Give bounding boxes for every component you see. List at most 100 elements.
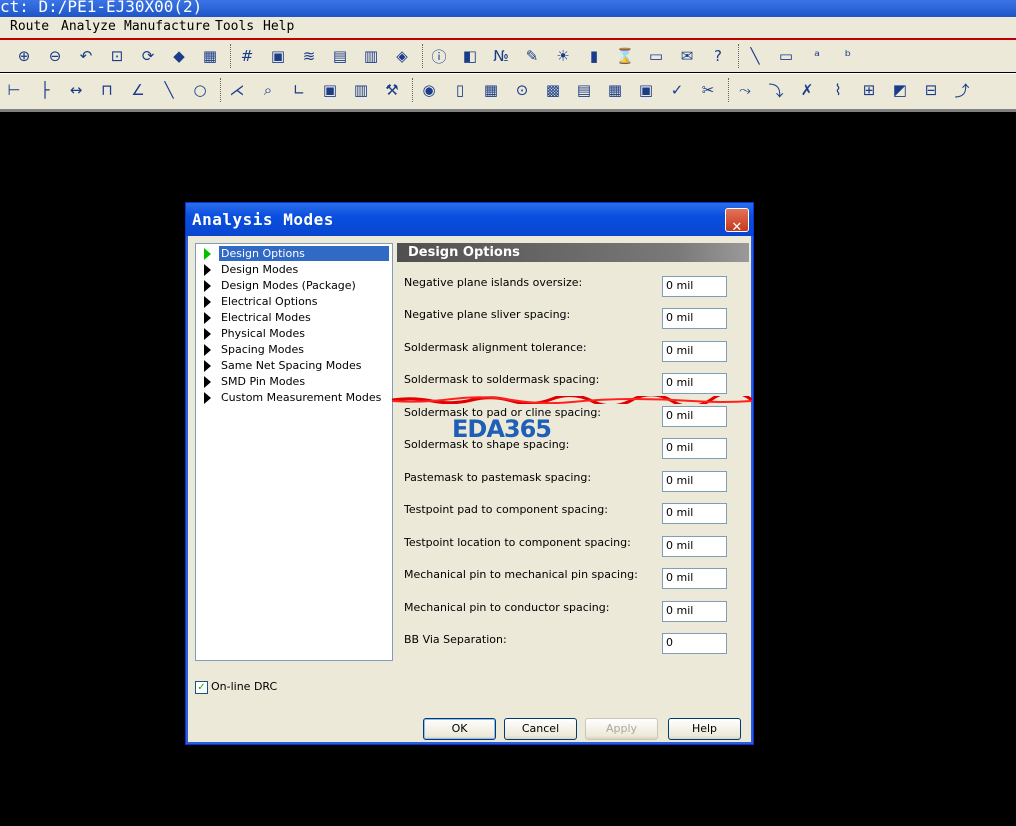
soldermask-to-pad-or-cline-spacing-field[interactable]: 0 mil [662, 406, 727, 427]
testpoint-location-to-component-spacing-field[interactable]: 0 mil [662, 536, 727, 557]
fanout-icon[interactable]: ⊞ [857, 78, 881, 102]
cut-icon[interactable]: ✂ [696, 78, 720, 102]
toolbar-top: ⊕ ⊖ ↶ ⊡ ⟳ ◆ ▦ # ▣ ≋ ▤ ▥ ◈ ⓘ ◧ № ✎ ☀ ▮ ⌛ ▭ ✉? ╲ ▭ ᵃ ᵇ [0, 40, 1016, 72]
grid-dots-icon[interactable]: ▦ [479, 78, 503, 102]
search-icon[interactable]: ⌕ [256, 78, 280, 102]
odb-icon[interactable]: ▣ [318, 78, 342, 102]
constraint-manager-icon[interactable]: ▤ [328, 44, 352, 68]
expand-arrow-icon [204, 360, 211, 372]
window-title-bar: ct: D:/PE1-EJ30X00(2) [0, 0, 1016, 17]
help-button[interactable]: Help [668, 718, 741, 740]
hourglass-icon[interactable]: ⌛ [613, 44, 637, 68]
refresh-icon[interactable]: ⟳ [136, 44, 160, 68]
circle-icon[interactable]: ○ [188, 78, 212, 102]
testpoint-icon[interactable]: ⊙ [510, 78, 534, 102]
menu-tools[interactable]: Tools [215, 19, 254, 34]
soldermask-alignment-tolerance-field[interactable]: 0 mil [662, 341, 727, 362]
toolbar-separator [738, 44, 742, 68]
dimension-icon[interactable]: ⊢ [2, 78, 26, 102]
zoom-previous-icon[interactable]: ↶ [74, 44, 98, 68]
row-label: Mechanical pin to conductor spacing: [404, 601, 610, 614]
measure-icon[interactable]: ├ [33, 78, 57, 102]
width-icon[interactable]: ↔ [64, 78, 88, 102]
toolbar-divider [0, 109, 1016, 112]
testpoint-pad-to-component-spacing-field[interactable]: 0 mil [662, 503, 727, 524]
zoom-in-icon[interactable]: ⊕ [12, 44, 36, 68]
board-icon[interactable]: ◈ [390, 44, 414, 68]
cancel-button[interactable]: Cancel [504, 718, 577, 740]
line-draw-icon[interactable]: ╲ [157, 78, 181, 102]
help-icon[interactable]: ? [706, 44, 730, 68]
checkbox-check-icon: ✓ [195, 681, 208, 694]
matrix-icon[interactable]: ▩ [541, 78, 565, 102]
shape-icon[interactable]: ◩ [888, 78, 912, 102]
library-icon[interactable]: ▥ [349, 78, 373, 102]
counter-icon[interactable]: № [489, 44, 513, 68]
expand-arrow-icon [204, 344, 211, 356]
properties-icon[interactable]: ◧ [458, 44, 482, 68]
soldermask-to-soldermask-spacing-field[interactable]: 0 mil [662, 373, 727, 394]
expand-arrow-icon [204, 376, 211, 388]
window-icon[interactable]: ▭ [644, 44, 668, 68]
row-label: Testpoint pad to component spacing: [404, 503, 608, 516]
arc-icon[interactable]: ⋌ [225, 78, 249, 102]
color-icon[interactable]: ▣ [266, 44, 290, 68]
tangent-icon[interactable]: ∟ [287, 78, 311, 102]
expand-arrow-icon [204, 312, 211, 324]
mechanical-pin-to-mechanical-pin-spacing-field[interactable]: 0 mil [662, 568, 727, 589]
negative-plane-sliver-spacing-field[interactable]: 0 mil [662, 308, 727, 329]
angle-icon[interactable]: ∠ [126, 78, 150, 102]
pastemask-to-pastemask-spacing-field[interactable]: 0 mil [662, 471, 727, 492]
glossary-icon[interactable]: ⊟ [919, 78, 943, 102]
wrench-icon[interactable]: ⚒ [380, 78, 404, 102]
grid-icon[interactable]: # [235, 44, 259, 68]
toolbar-separator [728, 78, 732, 102]
sun-icon[interactable]: ☀ [551, 44, 575, 68]
report-icon[interactable]: ▦ [603, 78, 627, 102]
toolbar-separator [220, 78, 224, 102]
flip-icon[interactable]: ▦ [198, 44, 222, 68]
apply-button[interactable]: Apply [585, 718, 658, 740]
route-icon[interactable]: ⤳ [733, 78, 757, 102]
dialog-title-bar: Analysis Modes ✕ [186, 203, 753, 236]
ok-button[interactable]: OK [423, 718, 496, 740]
menu-analyze[interactable]: Analyze [61, 19, 116, 34]
bb-via-separation-field[interactable]: 0 [662, 633, 727, 654]
toolbar-separator [230, 44, 234, 68]
layer-stack-icon[interactable]: ≋ [297, 44, 321, 68]
book-icon[interactable]: ▯ [448, 78, 472, 102]
tune-icon[interactable]: ⌇ [826, 78, 850, 102]
toolbar-separator [422, 44, 426, 68]
dfa-icon[interactable]: ▥ [359, 44, 383, 68]
camera-icon[interactable]: ◉ [417, 78, 441, 102]
info-icon[interactable]: ⓘ [427, 44, 451, 68]
zoom-out-icon[interactable]: ⊖ [43, 44, 67, 68]
toolbar-separator [412, 78, 416, 102]
text-add-icon[interactable]: ᵃ [805, 44, 829, 68]
notes-icon[interactable]: ▤ [572, 78, 596, 102]
check-icon[interactable]: ✓ [665, 78, 689, 102]
soldermask-to-shape-spacing-field[interactable]: 0 mil [662, 438, 727, 459]
package-icon[interactable]: ▣ [634, 78, 658, 102]
mechanical-pin-to-conductor-spacing-field[interactable]: 0 mil [662, 601, 727, 622]
bars-icon[interactable]: ▮ [582, 44, 606, 68]
route2-icon[interactable]: ⤵ [764, 78, 788, 102]
close-icon: ✕ [732, 216, 743, 235]
menu-route[interactable]: Route [10, 19, 49, 34]
menu-manufacture[interactable]: Manufacture [124, 19, 210, 34]
ruler-icon[interactable]: ⊓ [95, 78, 119, 102]
mail-icon[interactable]: ✉ [675, 44, 699, 68]
zoom-fit-icon[interactable]: ⊡ [105, 44, 129, 68]
brush-icon[interactable]: ✎ [520, 44, 544, 68]
negative-plane-islands-oversize-field[interactable]: 0 mil [662, 276, 727, 297]
delete-route-icon[interactable]: ✗ [795, 78, 819, 102]
bus-icon[interactable]: ⤴ [950, 78, 974, 102]
menu-help[interactable]: Help [263, 19, 294, 34]
text-edit-icon[interactable]: ᵇ [836, 44, 860, 68]
row-label: Mechanical pin to mechanical pin spacing… [404, 568, 638, 581]
rectangle-icon[interactable]: ▭ [774, 44, 798, 68]
3d-view-icon[interactable]: ◆ [167, 44, 191, 68]
line-icon[interactable]: ╲ [743, 44, 767, 68]
close-button[interactable]: ✕ [725, 208, 749, 235]
row-label: Soldermask alignment tolerance: [404, 341, 587, 354]
